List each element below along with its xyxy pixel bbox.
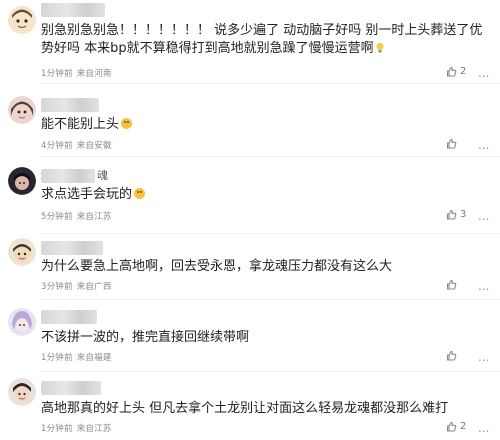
comment-text: 别急别急别急！！！！！！！ 说多少遍了 动动脑子好吗 别一时上头葬送了优势好吗 … xyxy=(41,22,486,60)
more-options-button[interactable]: ... xyxy=(478,279,490,293)
username-tail[interactable]: 魂 xyxy=(97,167,108,183)
thumbs-up-icon xyxy=(446,138,457,149)
comment-item: 别急别急别急！！！！！！！ 说多少遍了 动动脑子好吗 别一时上头葬送了优势好吗 … xyxy=(0,0,500,84)
like-button[interactable]: 2 xyxy=(446,421,466,432)
comment-meta: 1分钟前 来自福建 xyxy=(41,351,116,363)
comment-item: 不该拼一波的，推完直接回继续带啊 1分钟前 来自福建 ... xyxy=(0,300,500,372)
comment-time: 5分钟前 xyxy=(41,212,73,222)
thumbs-up-icon xyxy=(446,66,457,77)
like-button[interactable]: 2 xyxy=(446,66,466,77)
like-count: 3 xyxy=(460,209,467,220)
comment-text-content: 为什么要急上高地啊，回去受永恩，拿龙魂压力都没有这么大 xyxy=(41,259,393,274)
thumbs-up-icon xyxy=(446,421,457,432)
comment-time: 1分钟前 xyxy=(41,424,73,434)
avatar[interactable] xyxy=(8,308,36,336)
comment-text: 不该拼一波的，推完直接回继续带啊 xyxy=(41,329,486,347)
like-button[interactable] xyxy=(446,350,460,361)
username-redacted[interactable] xyxy=(41,241,103,255)
comment-meta: 5分钟前 来自江苏 xyxy=(41,210,116,222)
like-button[interactable] xyxy=(446,138,460,149)
comment-text: 求点选手会玩的 xyxy=(41,186,486,204)
comment-time: 3分钟前 xyxy=(41,282,73,292)
thumbs-up-icon xyxy=(446,350,457,361)
comment-location: 来自福建 xyxy=(76,353,112,363)
comment-text-content: 高地那真的好上头 但凡去拿个土龙别让对面这么轻易龙魂都没那么难打 xyxy=(41,401,449,416)
more-dots-icon: ... xyxy=(478,421,490,435)
more-dots-icon: ... xyxy=(478,66,490,80)
comment-meta: 1分钟前 来自河南 xyxy=(41,67,116,79)
comment-item: 为什么要急上高地啊，回去受永恩，拿龙魂压力都没有这么大 3分钟前 来自广西 ... xyxy=(0,234,500,300)
comment-feed: 别急别急别急！！！！！！！ 说多少遍了 动动脑子好吗 别一时上头葬送了优势好吗 … xyxy=(0,0,500,440)
more-options-button[interactable]: ... xyxy=(478,138,490,152)
username-redacted[interactable] xyxy=(41,310,97,324)
avatar[interactable] xyxy=(8,96,36,124)
pensive-emoji-icon xyxy=(134,188,146,199)
comment-location: 来自河南 xyxy=(76,69,112,79)
more-options-button[interactable]: ... xyxy=(478,66,490,80)
comment-text-content: 求点选手会玩的 xyxy=(41,187,133,202)
more-dots-icon: ... xyxy=(478,209,490,223)
more-dots-icon: ... xyxy=(478,138,490,152)
username-redacted[interactable] xyxy=(41,381,101,395)
like-count: 2 xyxy=(460,421,467,432)
comment-text: 为什么要急上高地啊，回去受永恩，拿龙魂压力都没有这么大 xyxy=(41,258,486,276)
comment-meta: 4分钟前 来自安徽 xyxy=(41,139,116,151)
comment-location: 来自江苏 xyxy=(76,424,112,434)
more-options-button[interactable]: ... xyxy=(478,421,490,435)
avatar[interactable] xyxy=(8,167,36,195)
more-dots-icon: ... xyxy=(478,279,490,293)
comment-text-content: 不该拼一波的，推完直接回继续带啊 xyxy=(41,330,250,345)
slightly-smiling-emoji-icon xyxy=(121,118,133,129)
lightbulb-emoji-icon xyxy=(375,42,385,60)
comment-item: 能不能别上头 4分钟前 来自安徽 ... xyxy=(0,84,500,157)
comment-text-content: 能不能别上头 xyxy=(41,117,120,132)
comment-text: 能不能别上头 xyxy=(41,116,486,134)
avatar[interactable] xyxy=(8,378,36,406)
username-redacted[interactable] xyxy=(41,3,105,17)
comment-location: 来自江苏 xyxy=(76,212,112,222)
like-button[interactable] xyxy=(446,279,460,290)
like-count: 2 xyxy=(460,66,467,77)
thumbs-up-icon xyxy=(446,209,457,220)
username-redacted[interactable] xyxy=(41,169,95,183)
more-options-button[interactable]: ... xyxy=(478,209,490,223)
more-options-button[interactable]: ... xyxy=(478,350,490,364)
more-dots-icon: ... xyxy=(478,350,490,364)
comment-item: 魂 求点选手会玩的 5分钟前 来自江苏 3 ... xyxy=(0,157,500,234)
comment-meta: 1分钟前 来自江苏 xyxy=(41,422,116,434)
comment-location: 来自广西 xyxy=(76,282,112,292)
avatar[interactable] xyxy=(8,238,36,266)
username-redacted[interactable] xyxy=(41,98,99,112)
comment-meta: 3分钟前 来自广西 xyxy=(41,280,116,292)
like-button[interactable]: 3 xyxy=(446,209,466,220)
comment-time: 1分钟前 xyxy=(41,69,73,79)
comment-location: 来自安徽 xyxy=(76,141,112,151)
thumbs-up-icon xyxy=(446,279,457,290)
comment-text-content: 别急别急别急！！！！！！！ 说多少遍了 动动脑子好吗 别一时上头葬送了优势好吗 … xyxy=(41,23,483,56)
comment-time: 4分钟前 xyxy=(41,141,73,151)
comment-text: 高地那真的好上头 但凡去拿个土龙别让对面这么轻易龙魂都没那么难打 xyxy=(41,400,486,418)
comment-item: 高地那真的好上头 但凡去拿个土龙别让对面这么轻易龙魂都没那么难打 1分钟前 来自江… xyxy=(0,372,500,440)
avatar[interactable] xyxy=(8,6,36,34)
comment-time: 1分钟前 xyxy=(41,353,73,363)
